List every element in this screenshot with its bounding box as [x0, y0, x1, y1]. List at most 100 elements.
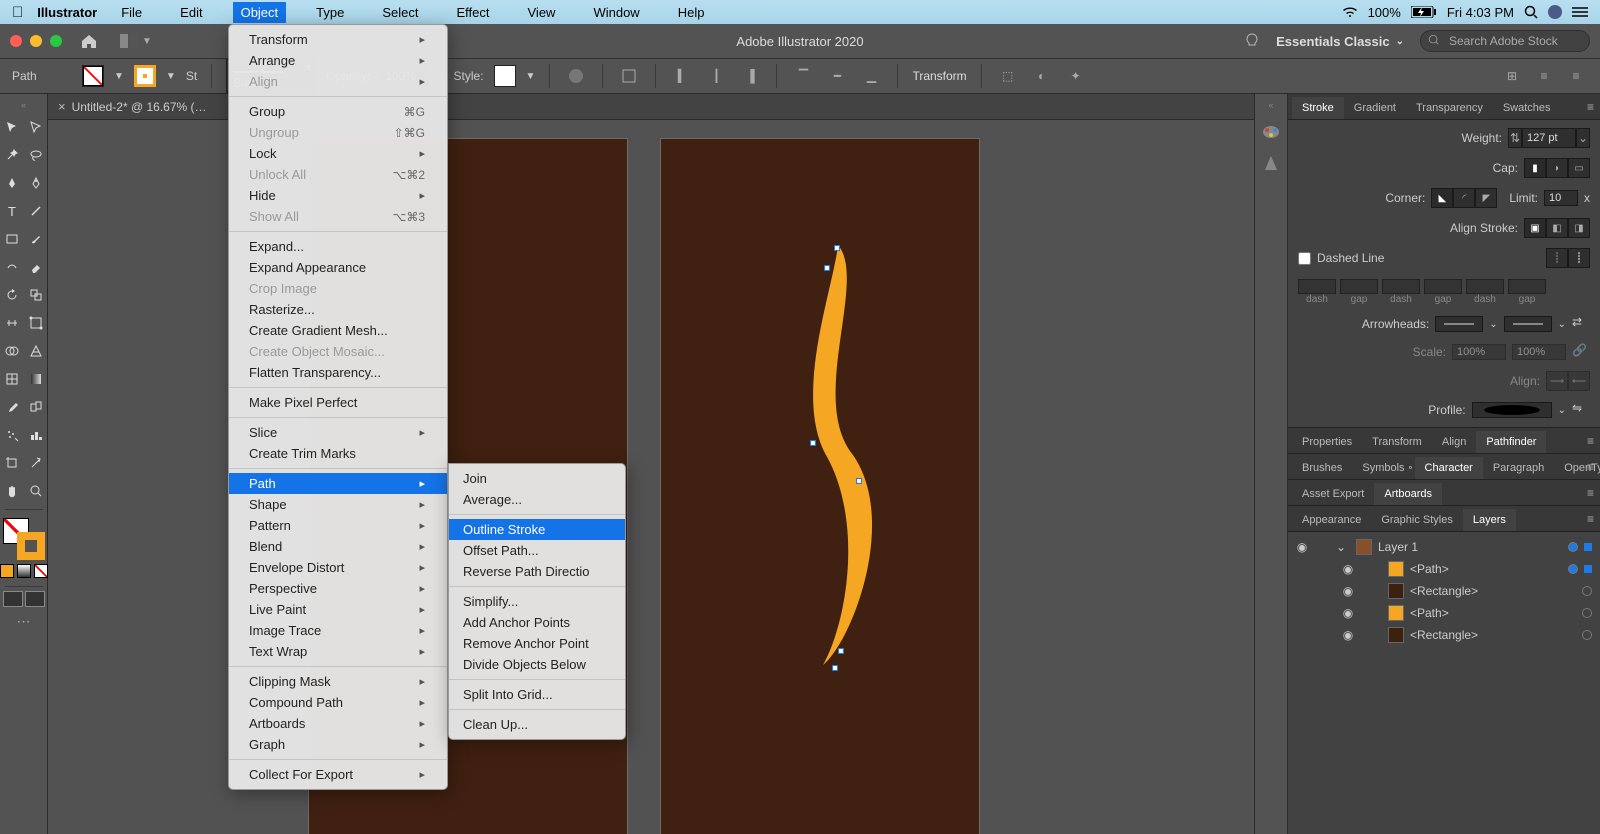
profile-dropdown[interactable]: [1472, 402, 1552, 418]
submenu-item-simplify-[interactable]: Simplify...: [449, 591, 625, 612]
curvature-tool[interactable]: [24, 171, 48, 195]
tab-stroke[interactable]: Stroke: [1292, 97, 1344, 119]
mesh-tool[interactable]: [0, 367, 24, 391]
direct-selection-tool[interactable]: [24, 115, 48, 139]
anchor-point[interactable]: [824, 265, 830, 271]
target-icon[interactable]: [1582, 630, 1592, 640]
menu-item-flatten-transparency-[interactable]: Flatten Transparency...: [229, 362, 447, 383]
tab-artboards[interactable]: Artboards: [1374, 483, 1442, 505]
workspace-switcher[interactable]: Essentials Classic⌄: [1276, 34, 1404, 49]
magic-wand-tool[interactable]: [0, 143, 24, 167]
menu-item-collect-for-export[interactable]: Collect For Export: [229, 764, 447, 785]
submenu-item-join[interactable]: Join: [449, 468, 625, 489]
shape-builder-icon[interactable]: ◐: [1030, 64, 1054, 88]
miter-limit-input[interactable]: [1544, 190, 1578, 206]
menu-item-image-trace[interactable]: Image Trace: [229, 620, 447, 641]
align-bottom-icon[interactable]: ▁: [859, 64, 883, 88]
column-graph-tool[interactable]: [24, 423, 48, 447]
cap-square-icon[interactable]: ▭: [1568, 158, 1590, 178]
visibility-icon[interactable]: ◉: [1294, 540, 1310, 554]
menu-item-slice[interactable]: Slice: [229, 422, 447, 443]
submenu-item-average-[interactable]: Average...: [449, 489, 625, 510]
submenu-item-remove-anchor-point[interactable]: Remove Anchor Point: [449, 633, 625, 654]
shaper-tool[interactable]: [0, 255, 24, 279]
target-icon[interactable]: [1568, 564, 1578, 574]
type-tool[interactable]: T: [0, 199, 24, 223]
menu-item-create-gradient-mesh-[interactable]: Create Gradient Mesh...: [229, 320, 447, 341]
menu-item-expand-appearance[interactable]: Expand Appearance: [229, 257, 447, 278]
width-tool[interactable]: [0, 311, 24, 335]
visibility-icon[interactable]: ◉: [1340, 606, 1356, 620]
submenu-item-split-into-grid-[interactable]: Split Into Grid...: [449, 684, 625, 705]
align-hcenter-icon[interactable]: ┃: [704, 64, 728, 88]
chevron-down-icon[interactable]: ⌄: [1336, 540, 1350, 554]
align-stroke-center-icon[interactable]: ▣: [1524, 218, 1546, 238]
menu-item-live-paint[interactable]: Live Paint: [229, 599, 447, 620]
panel-menu-icon[interactable]: ≡: [1587, 434, 1594, 448]
color-mode-icon[interactable]: [0, 564, 14, 578]
anchor-point[interactable]: [838, 648, 844, 654]
color-panel-icon[interactable]: [1261, 124, 1281, 140]
free-transform-tool[interactable]: [24, 311, 48, 335]
menu-item-shape[interactable]: Shape: [229, 494, 447, 515]
panel-menu-icon[interactable]: ≡: [1587, 100, 1594, 114]
transform-link[interactable]: Transform: [912, 69, 966, 83]
rectangle-tool[interactable]: [0, 227, 24, 251]
app-name[interactable]: Illustrator: [37, 5, 97, 20]
blend-tool[interactable]: [24, 395, 48, 419]
layer-item[interactable]: ◉ <Rectangle>: [1288, 624, 1600, 646]
color-guide-icon[interactable]: [1262, 154, 1280, 172]
paintbrush-tool[interactable]: [24, 227, 48, 251]
cap-butt-icon[interactable]: ▮: [1524, 158, 1546, 178]
align-stroke-inside-icon[interactable]: ◧: [1546, 218, 1568, 238]
tab-brushes[interactable]: Brushes: [1292, 457, 1352, 479]
panel-menu-icon[interactable]: ≡: [1587, 460, 1594, 474]
tab-paragraph[interactable]: Paragraph: [1483, 457, 1554, 479]
document-tab[interactable]: Untitled-2* @ 16.67% (…: [72, 100, 207, 114]
arrow-start-dropdown[interactable]: [1435, 316, 1483, 332]
none-mode-icon[interactable]: [34, 564, 48, 578]
tab-transform[interactable]: Transform: [1362, 431, 1432, 453]
minimize-window[interactable]: [30, 35, 42, 47]
align-vcenter-icon[interactable]: ━: [825, 64, 849, 88]
full-screen-icon[interactable]: [25, 591, 45, 607]
dash-preserve-icon[interactable]: ┊: [1546, 248, 1568, 268]
fill-swatch[interactable]: [82, 65, 104, 87]
lasso-tool[interactable]: [24, 143, 48, 167]
anchor-point[interactable]: [834, 245, 840, 251]
align-art-icon[interactable]: ✦: [1064, 64, 1088, 88]
tab-gradient[interactable]: Gradient: [1344, 97, 1406, 119]
selection-tool[interactable]: [0, 115, 24, 139]
artboard-tool[interactable]: [0, 451, 24, 475]
arrow-end-dropdown[interactable]: [1504, 316, 1552, 332]
menu-item-perspective[interactable]: Perspective: [229, 578, 447, 599]
tab-align[interactable]: Align: [1432, 431, 1476, 453]
align-right-icon[interactable]: ▐: [738, 64, 762, 88]
slice-tool[interactable]: [24, 451, 48, 475]
menu-view[interactable]: View: [520, 2, 564, 23]
shape-builder-tool[interactable]: [0, 339, 24, 363]
menu-help[interactable]: Help: [670, 2, 713, 23]
visibility-icon[interactable]: ◉: [1340, 584, 1356, 598]
menu-item-hide[interactable]: Hide: [229, 185, 447, 206]
menu-item-lock[interactable]: Lock: [229, 143, 447, 164]
tab-asset-export[interactable]: Asset Export: [1292, 483, 1374, 505]
zoom-window[interactable]: [50, 35, 62, 47]
tab-swatches[interactable]: Swatches: [1493, 97, 1561, 119]
menu-item-compound-path[interactable]: Compound Path: [229, 692, 447, 713]
dash-align-icon[interactable]: ┋: [1568, 248, 1590, 268]
visibility-icon[interactable]: ◉: [1340, 562, 1356, 576]
menu-item-pattern[interactable]: Pattern: [229, 515, 447, 536]
panel-menu-icon[interactable]: ≡: [1564, 64, 1588, 88]
zoom-tool[interactable]: [24, 479, 48, 503]
pen-tool[interactable]: [0, 171, 24, 195]
menu-item-rasterize-[interactable]: Rasterize...: [229, 299, 447, 320]
symbol-sprayer-tool[interactable]: [0, 423, 24, 447]
menu-item-arrange[interactable]: Arrange: [229, 50, 447, 71]
tab-symbols[interactable]: Symbols: [1352, 457, 1414, 479]
flip-profile-icon[interactable]: ⇋: [1572, 401, 1590, 419]
swap-arrows-icon[interactable]: ⇄: [1572, 315, 1590, 333]
close-doc-icon[interactable]: ×: [58, 99, 66, 114]
menu-object[interactable]: Object: [233, 2, 287, 23]
dashed-line-checkbox[interactable]: [1298, 252, 1311, 265]
